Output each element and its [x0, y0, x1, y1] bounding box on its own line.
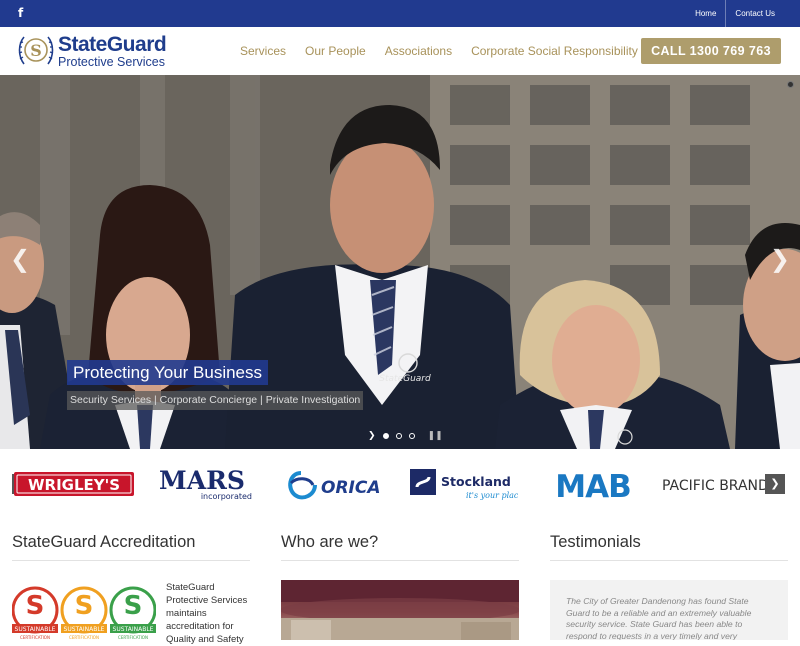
who-title: Who are we?	[281, 533, 379, 551]
client-pacific-brands: PACIFIC BRANDS	[662, 478, 778, 494]
who-image	[281, 580, 519, 640]
badge-sub: CERTIFICATION	[69, 635, 99, 640]
client-mars-tag: incorporated	[201, 492, 252, 501]
nav-corporate-social-responsibility[interactable]: Corporate Social Responsibility	[471, 44, 638, 58]
home-link[interactable]: Home	[686, 0, 725, 27]
site-logo[interactable]: S StateGuard Protective Services	[18, 34, 198, 70]
client-logos: ❮ WRIGLEY'S MARS incorporated ORICA Stoc…	[0, 449, 800, 519]
hero-slider: StateGuard ❮ ❯ Protecting Your Business …	[0, 75, 800, 449]
client-logo-mab: MAB	[555, 469, 631, 501]
client-logo-wrigleys: WRIGLEY'S	[14, 472, 134, 496]
client-mab: MAB	[555, 469, 630, 501]
client-stockland: Stockland	[441, 474, 511, 489]
client-orica: ORICA	[321, 478, 381, 498]
badge-sub: CERTIFICATION	[118, 635, 148, 640]
logo-tagline: Protective Services	[58, 55, 165, 69]
client-logo-mars: MARS incorporated	[159, 467, 252, 501]
slide-dot[interactable]	[382, 433, 389, 439]
play-icon[interactable]: ❯	[368, 431, 376, 441]
nav-services[interactable]: Services	[240, 44, 286, 58]
divider	[281, 560, 519, 561]
badge-label: SUSTAINABLE	[113, 626, 154, 633]
badge-sub: CERTIFICATION	[20, 635, 50, 640]
accreditation-text: StateGuard Protective Services maintains…	[166, 582, 248, 645]
nav-associations[interactable]: Associations	[385, 44, 452, 58]
call-button[interactable]: CALL 1300 769 763	[641, 38, 781, 64]
divider	[550, 560, 788, 561]
site-header: S StateGuard Protective Services Service…	[0, 27, 800, 75]
top-bar: f Home Contact Us	[0, 0, 800, 27]
chevron-right-icon[interactable]: ❯	[770, 245, 790, 273]
badge-label: SUSTAINABLE	[64, 626, 105, 633]
corner-indicator	[787, 81, 794, 88]
testimonials-title: Testimonials	[550, 533, 641, 551]
chevron-right-icon[interactable]: ❯	[765, 474, 785, 494]
pause-icon[interactable]: ❚❚	[428, 431, 443, 441]
top-links: Home Contact Us	[686, 0, 784, 27]
chevron-left-icon[interactable]: ❮	[10, 245, 30, 273]
client-logo-stockland: Stockland it's your place	[410, 469, 518, 500]
client-stockland-tag: it's your place	[466, 491, 518, 500]
main-nav: Services Our People Associations Corpora…	[240, 27, 657, 75]
badge-label: SUSTAINABLE	[15, 626, 56, 633]
svg-text:S: S	[124, 591, 143, 621]
svg-text:S: S	[30, 41, 42, 60]
slide-dot[interactable]	[408, 433, 415, 439]
slider-controls: ❯ ❚❚	[368, 431, 443, 441]
svg-text:S: S	[75, 591, 94, 621]
accreditation-badges: S SUSTAINABLE CERTIFICATION S SUSTAINABL…	[12, 586, 156, 640]
client-mars: MARS	[159, 467, 245, 495]
client-wrigleys: WRIGLEY'S	[28, 476, 120, 494]
shield-emblem-icon: S	[18, 36, 54, 65]
client-logo-orica: ORICA	[288, 471, 381, 500]
facebook-icon[interactable]: f	[18, 6, 23, 20]
nav-our-people[interactable]: Our People	[305, 44, 366, 58]
svg-text:S: S	[26, 591, 45, 621]
accreditation-title: StateGuard Accreditation	[12, 533, 196, 551]
hero-subtitle: Security Services | Corporate Concierge …	[67, 391, 364, 410]
divider	[12, 560, 250, 561]
slide-dot[interactable]	[395, 433, 402, 439]
jacket-badge-text: StateGuard	[379, 374, 431, 384]
testimonial-quote: The City of Greater Dandenong has found …	[550, 580, 788, 640]
hero-title: Protecting Your Business	[67, 360, 269, 385]
contact-us-link[interactable]: Contact Us	[725, 0, 784, 27]
logo-name: StateGuard	[58, 33, 167, 56]
